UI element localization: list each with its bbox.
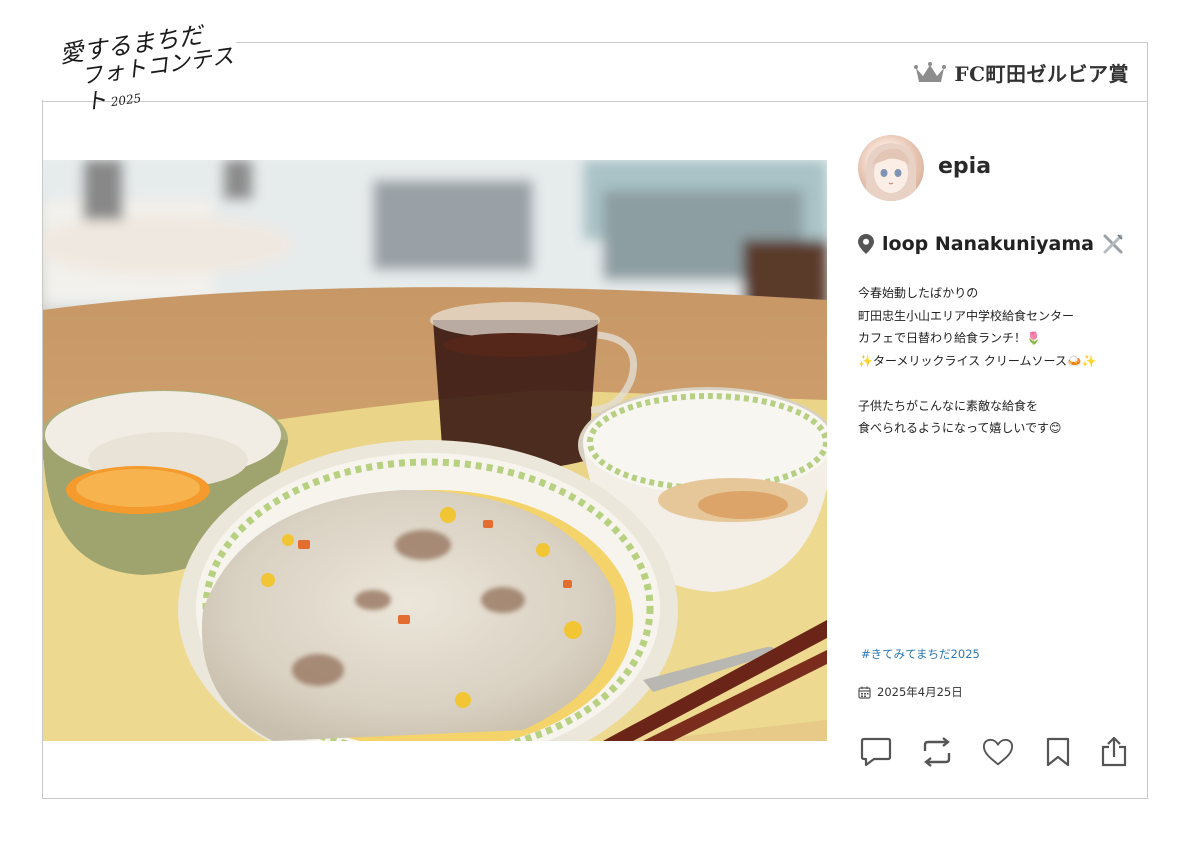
caption-line: カフェで日替わり給食ランチ！🌷 — [858, 331, 1041, 345]
location-name: loop Nanakuniyama — [882, 233, 1094, 255]
username[interactable]: epia — [938, 154, 991, 179]
bookmark-icon — [1046, 737, 1070, 767]
share-button[interactable] — [1098, 736, 1130, 768]
heart-icon — [982, 738, 1014, 766]
caption-line: 子供たちがこんなに素敵な給食を — [858, 398, 1039, 413]
repost-button[interactable] — [921, 736, 953, 768]
contest-logo: 愛するまちだ フォトコンテスト 2025 — [26, 18, 236, 116]
food-scene — [43, 160, 827, 741]
caption-line: ✨ターメリックライス クリームソース🍛✨ — [858, 353, 1097, 368]
bookmark-button[interactable] — [1042, 736, 1074, 768]
caption-line: 今春始動したばかりの — [858, 286, 979, 300]
avatar[interactable] — [858, 135, 924, 201]
caption-line — [858, 372, 1138, 395]
caption-line: 町田忠生小山エリア中学校給食センター — [858, 308, 1075, 323]
crown-icon — [914, 61, 947, 82]
post-photo[interactable] — [43, 160, 827, 741]
like-button[interactable] — [982, 736, 1014, 768]
hashtag-link[interactable]: #きてみてまちだ2025 — [861, 646, 980, 662]
award-badge: FC町田ゼルビア賞 — [914, 58, 1129, 87]
award-label: FC町田ゼルビア賞 — [954, 62, 1129, 86]
comment-button[interactable] — [860, 736, 892, 768]
post-date: 2025年4月25日 — [877, 685, 963, 699]
location-row[interactable]: loop Nanakuniyama — [858, 233, 1124, 255]
avatar-illustration — [865, 143, 917, 201]
fork-and-knife-emoji — [1103, 234, 1123, 254]
repost-icon — [923, 737, 951, 767]
post-date-row: 2025年4月25日 — [858, 684, 963, 700]
post-caption: 今春始動したばかりの 町田忠生小山エリア中学校給食センター カフェで日替わり給食… — [858, 282, 1138, 440]
caption-line: 食べられるようになって嬉しいです😊 — [858, 421, 1062, 435]
map-pin-icon — [858, 234, 874, 254]
logo-year: 2025 — [109, 91, 143, 110]
comment-icon — [860, 737, 892, 767]
share-icon — [1101, 737, 1127, 767]
action-bar — [860, 736, 1130, 768]
calendar-icon — [858, 686, 871, 699]
